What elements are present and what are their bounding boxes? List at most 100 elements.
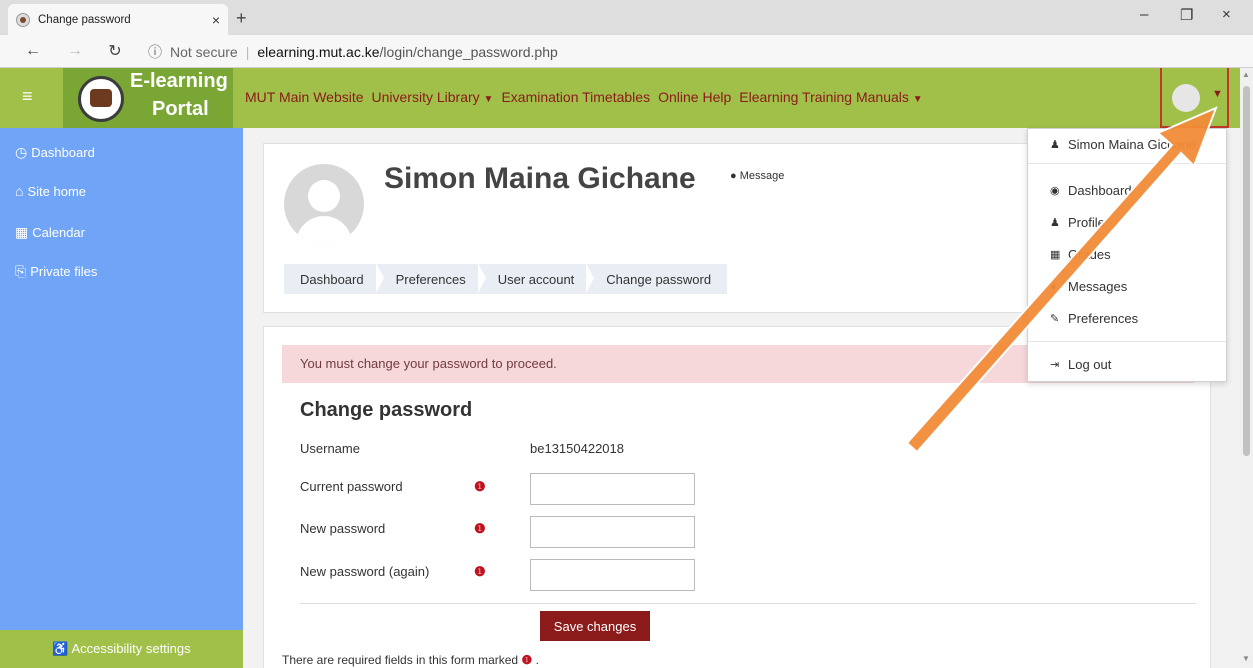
dropdown-item-label: Log out (1068, 357, 1112, 372)
logout-icon: ⇥ (1050, 359, 1060, 371)
dropdown-item-grades[interactable]: ▦ Grades (1050, 247, 1111, 262)
current-password-input[interactable] (530, 473, 695, 505)
breadcrumb-preferences[interactable]: Preferences (375, 262, 482, 293)
profile-name: Simon Maina Gichane (384, 162, 696, 195)
files-icon: ⎘ (15, 263, 27, 279)
url-separator: | (245, 44, 250, 60)
chat-icon: ● (1050, 280, 1057, 293)
back-arrow-icon[interactable]: ← (18, 42, 48, 60)
accessibility-label: Accessibility settings (71, 641, 191, 656)
chat-bubble-icon: ● (730, 170, 737, 182)
nav-examination-timetables[interactable]: Examination Timetables (501, 89, 650, 105)
user-avatar-icon (1172, 84, 1200, 112)
nav-university-library[interactable]: University Library ▼ (372, 89, 494, 105)
close-window-button[interactable]: × (1222, 6, 1231, 23)
message-label: Message (739, 170, 785, 182)
site-favicon-icon (16, 12, 30, 27)
chevron-down-icon: ▼ (912, 94, 923, 105)
new-password-again-input[interactable] (530, 559, 695, 591)
current-password-label: Current password (300, 479, 403, 494)
nav-elearning-training-manuals[interactable]: Elearning Training Manuals ▼ (739, 89, 922, 105)
nav-label: University Library (371, 89, 480, 105)
dropdown-item-label: Grades (1068, 247, 1111, 262)
chevron-down-icon: ▼ (483, 94, 494, 105)
home-icon: ⌂ (15, 183, 24, 199)
breadcrumb: Dashboard Preferences User account Chang… (284, 262, 728, 294)
message-link[interactable]: ● Message (730, 170, 784, 182)
dropdown-item-logout[interactable]: ⇥ Log out (1050, 357, 1111, 372)
username-value: be13150422018 (530, 441, 624, 456)
url-path: /login/change_password.php (379, 44, 558, 60)
url-field[interactable]: ⓘ Not secure | elearning.mut.ac.ke /logi… (148, 42, 558, 62)
sidebar: ◷ Dashboard ⌂ Site home ▦ Calendar ⎘ Pri… (0, 128, 243, 668)
dashboard-icon: ◷ (15, 144, 28, 160)
breadcrumb-dashboard[interactable]: Dashboard (284, 272, 380, 287)
dropdown-item-fullname[interactable]: ♟ Simon Maina Gichane (1050, 137, 1196, 152)
dropdown-item-label: Dashboard (1068, 183, 1132, 198)
breadcrumb-change-password: Change password (586, 262, 727, 293)
required-icon: ❶ (521, 653, 533, 667)
brand-title-line2[interactable]: Portal (152, 98, 209, 121)
tab-title: Change password (38, 13, 131, 26)
nav-label: Examination Timetables (501, 89, 651, 105)
dropdown-item-messages[interactable]: ● Messages (1050, 279, 1127, 294)
grid-icon: ▦ (1050, 249, 1061, 261)
scroll-down-icon[interactable]: ▼ (1242, 654, 1250, 663)
avatar-body (296, 216, 352, 244)
sidebar-item-site-home[interactable]: ⌂ Site home (15, 183, 86, 199)
site-header: ≡ E-learning Portal MUT Main Website Uni… (0, 68, 1240, 128)
tab-close-icon[interactable]: × (212, 12, 220, 28)
sidebar-item-label: Calendar (32, 225, 85, 240)
breadcrumb-user-account[interactable]: User account (477, 262, 591, 293)
sidebar-item-calendar[interactable]: ▦ Calendar (15, 224, 85, 241)
required-note-text: There are required fields in this form m… (282, 653, 519, 667)
chevron-down-icon: ▼ (1212, 88, 1223, 100)
scroll-up-icon[interactable]: ▲ (1242, 70, 1250, 79)
required-icon: ❶ (474, 564, 486, 579)
dashboard-icon: ◉ (1050, 185, 1060, 197)
sidebar-item-dashboard[interactable]: ◷ Dashboard (15, 144, 95, 161)
new-password-label: New password (300, 521, 386, 536)
maximize-button[interactable]: ❐ (1180, 6, 1193, 24)
browser-tab[interactable]: Change password × (8, 4, 228, 35)
page-scrollbar[interactable]: ▲ ▼ (1240, 68, 1253, 668)
university-logo[interactable] (78, 76, 124, 122)
save-changes-button[interactable]: Save changes (540, 611, 650, 641)
dropdown-item-profile[interactable]: ♟ Profile (1050, 215, 1105, 230)
form-heading: Change password (300, 399, 473, 421)
accessibility-icon: ♿ (52, 641, 69, 656)
new-tab-button[interactable]: + (236, 8, 247, 29)
calendar-icon: ▦ (15, 224, 29, 240)
forward-arrow-icon[interactable]: → (60, 42, 90, 60)
brand-title-line1[interactable]: E-learning (130, 70, 228, 93)
sidebar-item-label: Site home (27, 183, 87, 199)
hamburger-menu-icon[interactable]: ≡ (22, 86, 33, 107)
user-dropdown-menu: ♟ Simon Maina Gichane ◉ Dashboard ♟ Prof… (1027, 128, 1227, 382)
username-label: Username (300, 441, 360, 456)
minimize-button[interactable]: – (1140, 6, 1148, 23)
browser-tab-bar: Change password × + – ❐ × (0, 0, 1253, 35)
user-icon: ♟ (1050, 139, 1060, 151)
top-navigation: MUT Main Website University Library ▼ Ex… (245, 89, 923, 105)
refresh-icon[interactable]: ↻ (100, 41, 130, 61)
dropdown-item-label: Simon Maina Gichane (1068, 137, 1196, 152)
accessibility-settings-button[interactable]: ♿ Accessibility settings (0, 630, 243, 668)
dropdown-item-preferences[interactable]: ✎ Preferences (1050, 311, 1138, 326)
nav-label: Elearning Training Manuals (739, 89, 909, 105)
nav-label: MUT Main Website (245, 89, 364, 105)
required-icon: ❶ (474, 521, 486, 536)
wrench-icon: ✎ (1050, 313, 1060, 325)
nav-mut-main-website[interactable]: MUT Main Website (245, 89, 364, 105)
not-secure-label: Not secure (170, 44, 238, 60)
scroll-thumb[interactable] (1243, 86, 1250, 456)
new-password-input[interactable] (530, 516, 695, 548)
dropdown-item-dashboard[interactable]: ◉ Dashboard (1050, 183, 1132, 198)
nav-label: Online Help (658, 89, 732, 105)
dropdown-divider (1028, 341, 1226, 342)
required-icon: ❶ (474, 479, 486, 494)
address-bar: ← → ↻ ⓘ Not secure | elearning.mut.ac.ke… (0, 35, 1253, 93)
user-menu-toggle[interactable]: ▼ (1160, 68, 1229, 128)
nav-online-help[interactable]: Online Help (658, 89, 731, 105)
sidebar-item-private-files[interactable]: ⎘ Private files (15, 263, 97, 280)
required-fields-note: There are required fields in this form m… (282, 653, 539, 667)
